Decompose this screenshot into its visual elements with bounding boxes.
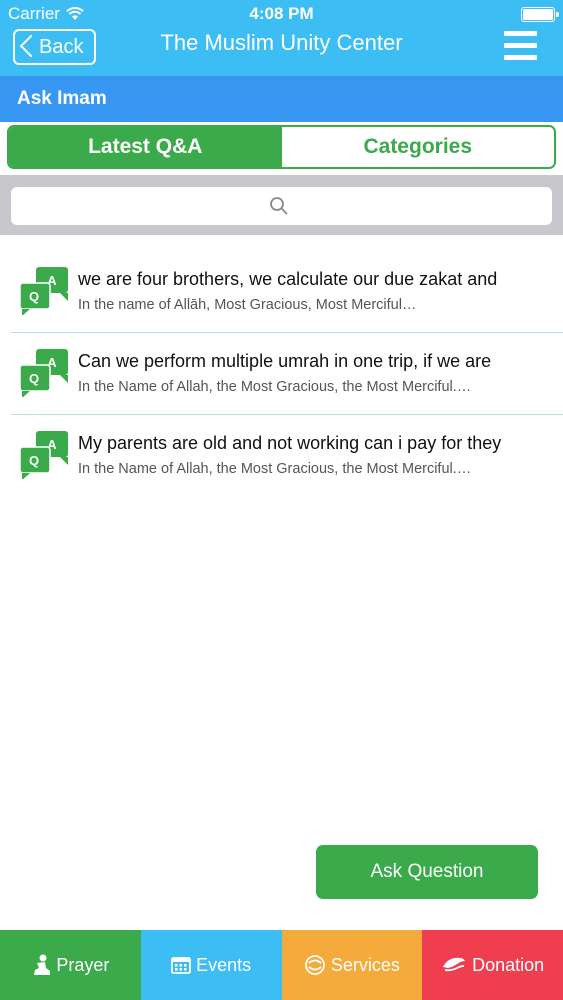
prayer-icon (34, 954, 51, 975)
list-item[interactable]: A Q Can we perform multiple umrah in one… (0, 333, 563, 415)
answer-snippet: In the name of Allāh, Most Gracious, Mos… (78, 297, 417, 313)
search-bar (0, 175, 563, 235)
tab-label: Prayer (56, 954, 110, 975)
bottom-tab-bar: Prayer Events Services Donation (0, 930, 563, 1000)
ask-question-button[interactable]: Ask Question (316, 845, 538, 899)
tab-donation[interactable]: Donation (422, 930, 563, 1000)
qa-chat-icon: A Q (19, 349, 68, 397)
services-icon (304, 955, 325, 975)
tab-label: Donation (472, 954, 545, 975)
questions-list: A Q we are four brothers, we calculate o… (0, 251, 563, 497)
qa-chat-icon: A Q (19, 431, 68, 479)
tab-prayer[interactable]: Prayer (0, 930, 141, 1000)
section-header: Ask Imam (0, 76, 563, 122)
app-screen: Carrier 4:08 PM Back The Muslim Unity Ce… (0, 0, 563, 1000)
search-input[interactable] (11, 187, 552, 225)
calendar-icon (171, 957, 192, 974)
answer-snippet: In the Name of Allah, the Most Gracious,… (78, 379, 472, 395)
list-item[interactable]: A Q My parents are old and not working c… (0, 415, 563, 497)
hamburger-menu-icon[interactable] (504, 31, 537, 60)
tab-label: Events (196, 954, 252, 975)
navigation-bar: Carrier 4:08 PM Back The Muslim Unity Ce… (0, 0, 563, 76)
tab-label: Services (330, 954, 400, 975)
tab-latest-qa[interactable]: Latest Q&A (9, 127, 282, 167)
tab-events[interactable]: Events (140, 930, 282, 1000)
question-title: My parents are old and not working can i… (78, 433, 502, 453)
battery-icon (521, 7, 559, 22)
answer-snippet: In the Name of Allah, the Most Gracious,… (78, 461, 472, 477)
question-title: Can we perform multiple umrah in one tri… (78, 351, 492, 371)
segmented-tabs: Latest Q&A Categories (7, 125, 556, 169)
search-icon (270, 197, 288, 215)
svg-text:Q: Q (29, 289, 39, 304)
status-time: 4:08 PM (249, 4, 314, 23)
svg-text:Q: Q (29, 371, 39, 386)
qa-chat-icon: A Q (19, 267, 68, 315)
tab-services[interactable]: Services (281, 930, 423, 1000)
donation-icon (443, 957, 466, 972)
question-title: we are four brothers, we calculate our d… (78, 269, 498, 289)
page-title: The Muslim Unity Center (160, 30, 403, 55)
list-item[interactable]: A Q we are four brothers, we calculate o… (0, 251, 563, 333)
status-bar: Carrier 4:08 PM (0, 0, 563, 28)
svg-text:Q: Q (29, 453, 39, 468)
tab-categories[interactable]: Categories (281, 127, 554, 167)
